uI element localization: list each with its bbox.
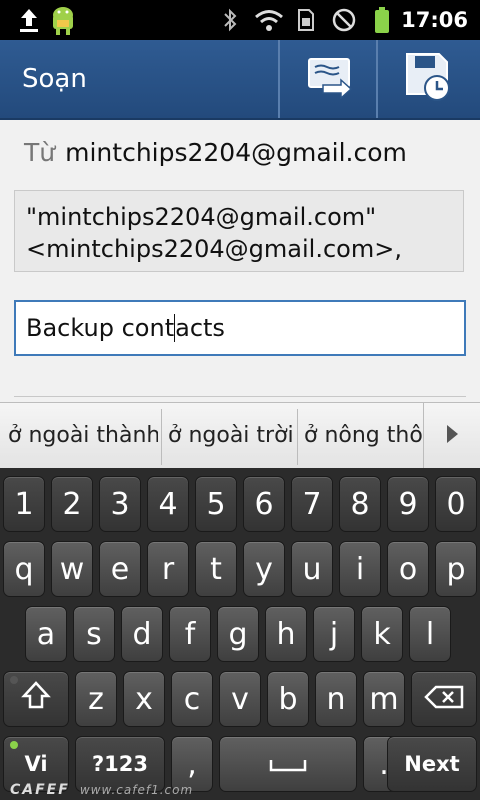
key-o[interactable]: o <box>387 541 429 597</box>
key-7[interactable]: 7 <box>291 476 333 532</box>
key-s[interactable]: s <box>73 606 115 662</box>
key-n[interactable]: n <box>315 671 357 727</box>
key-y[interactable]: y <box>243 541 285 597</box>
key-g[interactable]: g <box>217 606 259 662</box>
battery-icon <box>370 0 394 40</box>
suggestion-item[interactable]: ở nông thôn <box>304 403 424 469</box>
key-m[interactable]: m <box>363 671 405 727</box>
key-v[interactable]: v <box>219 671 261 727</box>
key-k[interactable]: k <box>361 606 403 662</box>
watermark-brand: CAFEF <box>10 782 70 798</box>
suggestion-divider <box>161 409 162 465</box>
key-h[interactable]: h <box>265 606 307 662</box>
key-d[interactable]: d <box>121 606 163 662</box>
key-r[interactable]: r <box>147 541 189 597</box>
do-not-disturb-icon <box>330 0 358 40</box>
action-bar: Soạn <box>0 40 480 120</box>
backspace-key[interactable] <box>411 671 477 727</box>
key-2[interactable]: 2 <box>51 476 93 532</box>
to-field[interactable]: "mintchips2204@gmail.com" <mintchips2204… <box>14 190 464 272</box>
soft-keyboard: 1 2 3 4 5 6 7 8 9 0 q w e r t y u i o p … <box>0 468 480 800</box>
compose-form: Từ mintchips2204@gmail.com "mintchips2204… <box>0 120 480 402</box>
key-6[interactable]: 6 <box>243 476 285 532</box>
page-title: Soạn <box>22 64 87 94</box>
status-bar: 17:06 <box>0 0 480 40</box>
suggestion-item[interactable]: ở ngoài thành <box>8 403 158 469</box>
key-c[interactable]: c <box>171 671 213 727</box>
save-draft-button[interactable] <box>378 40 480 118</box>
key-j[interactable]: j <box>313 606 355 662</box>
shift-key[interactable] <box>3 671 69 727</box>
key-8[interactable]: 8 <box>339 476 381 532</box>
suggestion-divider <box>297 409 298 465</box>
key-f[interactable]: f <box>169 606 211 662</box>
key-w[interactable]: w <box>51 541 93 597</box>
language-indicator <box>10 741 18 749</box>
next-key[interactable]: Next <box>387 736 477 792</box>
key-1[interactable]: 1 <box>3 476 45 532</box>
subject-text-after: acts <box>175 314 225 342</box>
to-recipient-name: "mintchips2204@gmail.com" <box>26 203 377 231</box>
watermark-url: www.cafef1.com <box>79 783 194 797</box>
shift-indicator <box>10 676 18 684</box>
android-icon <box>46 0 80 40</box>
suggestion-item[interactable]: ở ngoài trời <box>168 403 296 469</box>
save-draft-icon <box>405 52 453 106</box>
key-u[interactable]: u <box>291 541 333 597</box>
key-9[interactable]: 9 <box>387 476 429 532</box>
upload-icon <box>14 0 44 40</box>
key-3[interactable]: 3 <box>99 476 141 532</box>
send-button[interactable] <box>280 40 378 118</box>
language-label: Vi <box>24 752 48 776</box>
key-b[interactable]: b <box>267 671 309 727</box>
suggestion-strip: ở ngoài thành ở ngoài trời ở nông thôn <box>0 402 480 469</box>
from-address: mintchips2204@gmail.com <box>65 138 407 167</box>
key-4[interactable]: 4 <box>147 476 189 532</box>
key-q[interactable]: q <box>3 541 45 597</box>
chevron-right-icon <box>445 424 459 448</box>
key-a[interactable]: a <box>25 606 67 662</box>
key-l[interactable]: l <box>409 606 451 662</box>
status-time: 17:06 <box>401 8 468 32</box>
backspace-icon <box>424 682 464 717</box>
key-x[interactable]: x <box>123 671 165 727</box>
subject-text-before: Backup cont <box>26 314 175 342</box>
from-row: Từ mintchips2204@gmail.com <box>24 138 407 167</box>
subject-field[interactable]: Backup contacts <box>14 300 466 356</box>
sim-icon <box>294 0 318 40</box>
space-icon <box>268 747 308 782</box>
from-label: Từ <box>24 138 56 167</box>
shift-icon <box>21 680 51 718</box>
key-p[interactable]: p <box>435 541 477 597</box>
bluetooth-icon <box>218 0 242 40</box>
more-suggestions-button[interactable] <box>423 403 480 469</box>
key-z[interactable]: z <box>75 671 117 727</box>
send-icon <box>305 55 353 103</box>
key-e[interactable]: e <box>99 541 141 597</box>
watermark: CAFEF www.cafef1.com <box>10 780 250 800</box>
wifi-icon <box>252 0 286 40</box>
to-recipient-address: <mintchips2204@gmail.com>, <box>26 235 402 263</box>
key-0[interactable]: 0 <box>435 476 477 532</box>
key-t[interactable]: t <box>195 541 237 597</box>
key-i[interactable]: i <box>339 541 381 597</box>
key-5[interactable]: 5 <box>195 476 237 532</box>
